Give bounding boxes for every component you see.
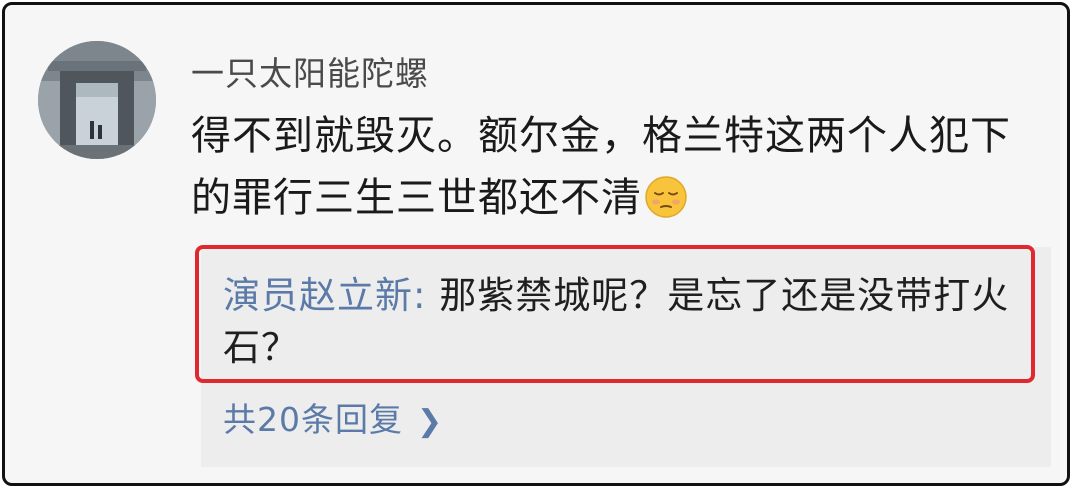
comment-username[interactable]: 一只太阳能陀螺	[191, 47, 429, 95]
chevron-right-icon: ❯	[417, 404, 444, 439]
pensive-face-emoji-icon	[644, 175, 688, 237]
avatar-photo-icon	[38, 41, 156, 159]
user-avatar[interactable]	[38, 41, 156, 159]
comment-text-block: 得不到就毁灭。额尔金，格兰特这两个人犯下的罪行三生三世都还不清	[191, 105, 1051, 237]
view-more-replies-link[interactable]: 共20条回复 ❯	[223, 393, 443, 441]
red-highlight-box	[195, 245, 1035, 383]
comment-card: 一只太阳能陀螺 得不到就毁灭。额尔金，格兰特这两个人犯下的罪行三生三世都还不清 …	[2, 2, 1070, 486]
comment-text: 得不到就毁灭。额尔金，格兰特这两个人犯下的罪行三生三世都还不清	[191, 113, 1011, 221]
more-replies-label: 共20条回复	[223, 400, 403, 439]
